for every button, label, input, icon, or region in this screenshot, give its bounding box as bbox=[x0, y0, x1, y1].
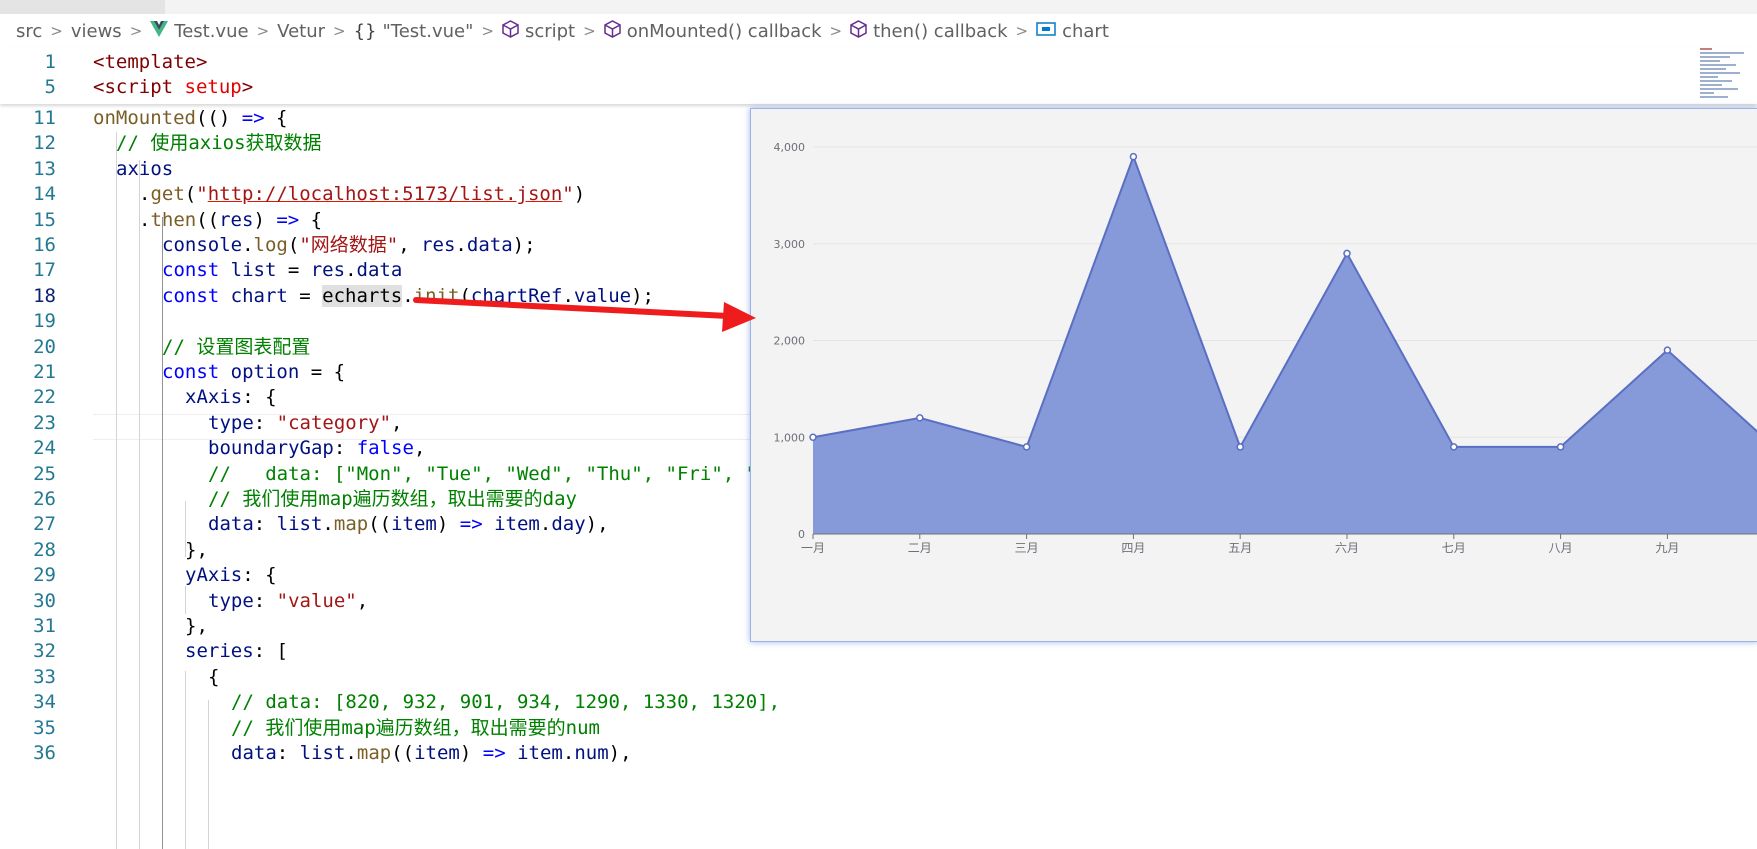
red-arrow-annotation bbox=[413, 297, 756, 332]
